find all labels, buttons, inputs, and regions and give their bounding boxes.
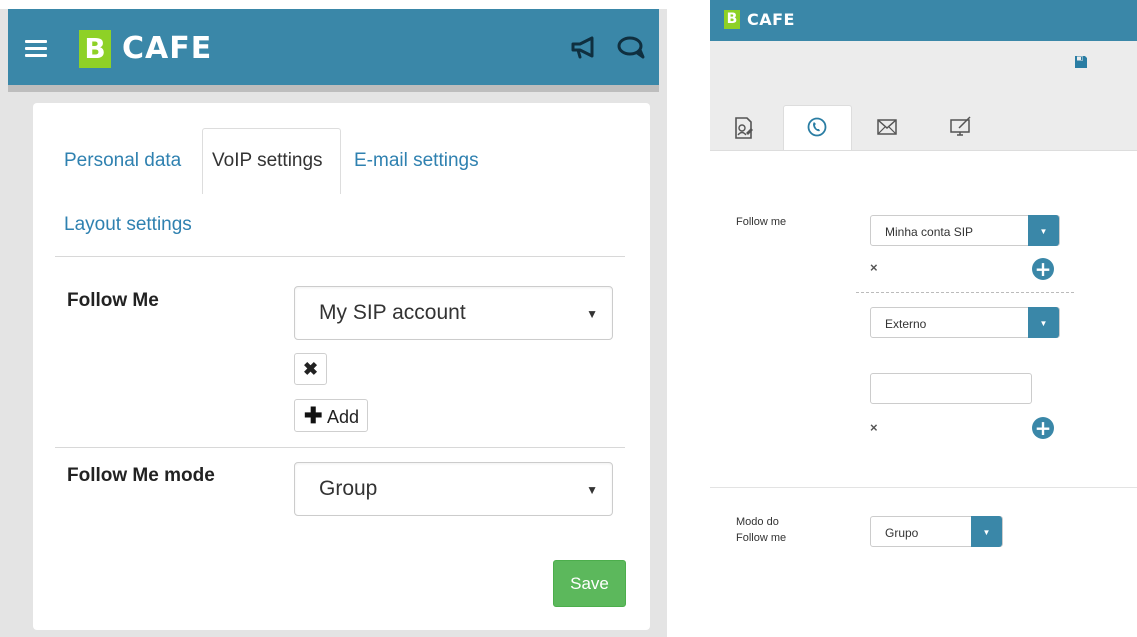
- follow-me-select-value: My SIP account: [319, 301, 466, 324]
- follow-me-select-1-value: Minha conta SIP: [885, 225, 974, 239]
- section-divider: [710, 487, 1137, 488]
- monitor-icon[interactable]: [950, 116, 972, 136]
- phone-icon[interactable]: [807, 117, 827, 137]
- tab-personal-data[interactable]: Personal data: [64, 150, 181, 172]
- contact-card-icon[interactable]: [734, 117, 754, 139]
- follow-me-label: Follow me: [736, 216, 787, 228]
- brand-logo-box: B: [79, 30, 111, 68]
- remove-entry-1-icon[interactable]: ×: [870, 260, 878, 275]
- add-follow-me-button[interactable]: ✚ Add: [294, 399, 368, 432]
- save-icon[interactable]: [1074, 55, 1088, 69]
- header-shadow: [8, 85, 659, 92]
- follow-me-select-2-value: Externo: [885, 317, 927, 331]
- brand-name: CAFE: [747, 10, 795, 29]
- section-divider: [55, 447, 625, 448]
- tab-layout-settings[interactable]: Layout settings: [64, 214, 192, 236]
- plus-icon: ✚: [304, 403, 323, 428]
- external-number-input[interactable]: [870, 373, 1032, 404]
- follow-me-mode-select[interactable]: Grupo ▼: [870, 516, 1003, 547]
- follow-me-select[interactable]: My SIP account ▼: [294, 286, 613, 340]
- follow-me-mode-select[interactable]: Group ▼: [294, 462, 613, 516]
- top-spacer: [0, 0, 667, 9]
- follow-me-mode-label-line1: Modo do: [736, 516, 779, 528]
- follow-me-label: Follow Me: [67, 290, 159, 311]
- brand-logo-letter: B: [84, 32, 106, 65]
- tab-voip-settings-label: VoIP settings: [212, 150, 323, 171]
- mail-icon[interactable]: [877, 119, 897, 135]
- chevron-down-icon: ▼: [586, 483, 598, 497]
- chevron-down-icon: ▼: [586, 307, 598, 321]
- settings-card: [33, 103, 650, 630]
- brand-logo-letter: B: [726, 11, 738, 27]
- follow-me-mode-select-value: Grupo: [885, 526, 919, 540]
- follow-me-select-2[interactable]: Externo ▼: [870, 307, 1060, 338]
- tabs-divider: [55, 256, 625, 257]
- brand-name: CAFE: [122, 31, 213, 66]
- left-screenshot-panel: B CAFE Personal data VoIP settings E-mai…: [0, 0, 667, 637]
- add-entry-2-icon[interactable]: +: [1032, 417, 1054, 439]
- entry-separator: [856, 292, 1074, 293]
- follow-me-mode-label: Modo do Follow me: [736, 514, 786, 546]
- megaphone-icon[interactable]: [570, 36, 600, 60]
- chevron-down-icon: ▼: [1028, 215, 1059, 246]
- follow-me-mode-label-line2: Follow me: [736, 532, 787, 544]
- add-entry-1-icon[interactable]: +: [1032, 258, 1054, 280]
- hamburger-menu-icon[interactable]: [25, 40, 47, 58]
- brand-logo-box: B: [724, 10, 740, 29]
- right-screenshot-panel: B CAFE Follow me Minha conta SIP ▼ × + E…: [710, 0, 1137, 637]
- add-button-label: Add: [327, 407, 360, 427]
- close-icon: ✖: [302, 359, 319, 379]
- tab-email-settings[interactable]: E-mail settings: [354, 150, 479, 172]
- chat-icon[interactable]: [616, 36, 646, 60]
- remove-follow-me-button[interactable]: ✖: [294, 353, 327, 385]
- follow-me-select-1[interactable]: Minha conta SIP ▼: [870, 215, 1060, 246]
- chevron-down-icon: ▼: [971, 516, 1002, 547]
- remove-entry-2-icon[interactable]: ×: [870, 420, 878, 435]
- follow-me-mode-label: Follow Me mode: [67, 465, 215, 486]
- follow-me-mode-select-value: Group: [319, 477, 378, 500]
- save-button[interactable]: Save: [553, 560, 626, 607]
- chevron-down-icon: ▼: [1028, 307, 1059, 338]
